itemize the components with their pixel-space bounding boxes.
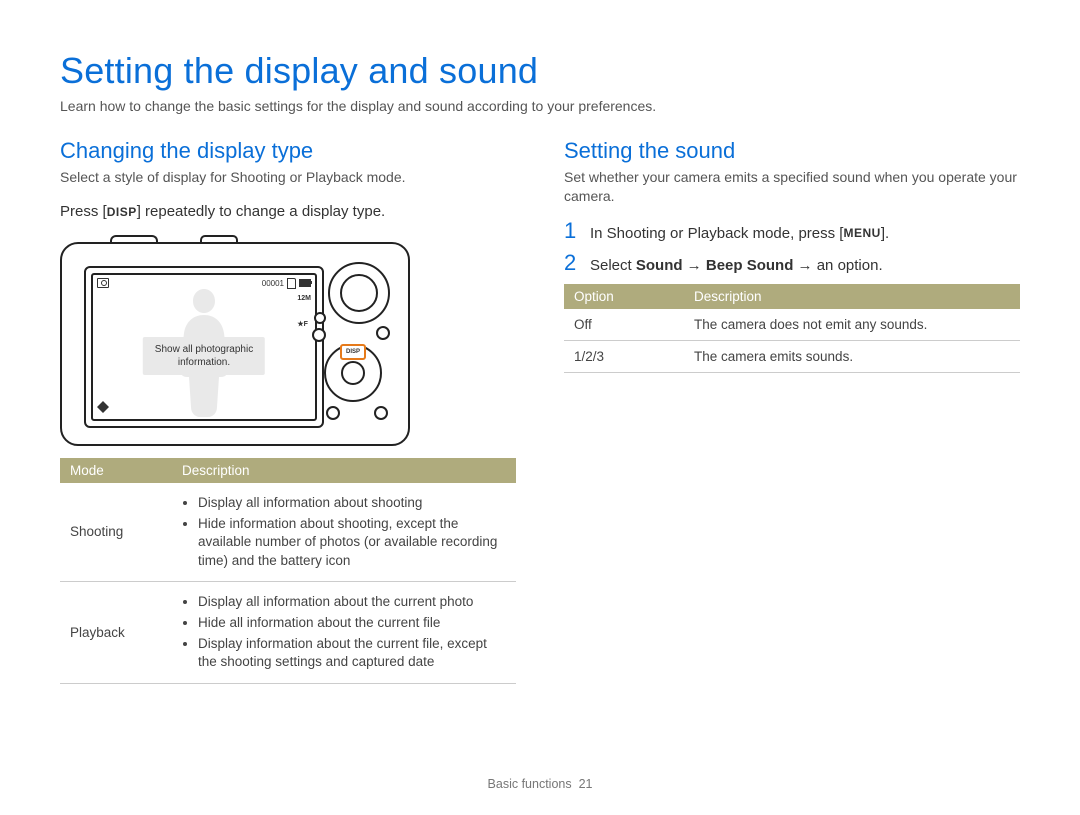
cell-mode: Shooting — [60, 483, 172, 581]
menu-path-item: Sound — [636, 257, 683, 274]
sound-options-table: Option Description Off The camera does n… — [564, 284, 1020, 373]
instr-text-post: ] repeatedly to change a display type. — [137, 203, 386, 220]
screen-top-right: 00001 — [262, 278, 311, 289]
step-text-pre: Select — [590, 257, 636, 274]
camera-mode-icon — [97, 278, 109, 288]
camera-screen: 00001 12M ★F — [91, 273, 317, 421]
step-number: 2 — [564, 252, 580, 274]
screen-overlay-tooltip: Show all photographic information. — [143, 337, 265, 375]
cell-description: The camera does not emit any sounds. — [684, 309, 1020, 341]
menu-path-item: Beep Sound — [706, 257, 794, 274]
disp-instruction: Press [DISP] repeatedly to change a disp… — [60, 201, 516, 222]
cell-option: Off — [564, 309, 684, 341]
battery-icon — [299, 279, 311, 287]
step-number: 1 — [564, 220, 580, 242]
table-header-option: Option — [564, 284, 684, 309]
step-text-pre: In Shooting or Playback mode, press [ — [590, 225, 843, 242]
section-sub-sound: Set whether your camera emits a specifie… — [564, 168, 1020, 206]
screen-right-indicators: 12M ★F — [297, 295, 311, 328]
camera-lower-buttons — [326, 406, 388, 420]
disp-label: DISP — [107, 204, 137, 221]
resolution-indicator: 12M — [297, 295, 311, 302]
list-item: Display all information about the curren… — [198, 593, 506, 611]
page-footer: Basic functions 21 — [0, 777, 1080, 791]
step-1: 1 In Shooting or Playback mode, press [M… — [564, 220, 1020, 244]
table-row: Playback Display all information about t… — [60, 581, 516, 683]
list-item: Hide information about shooting, except … — [198, 515, 506, 570]
section-heading-display: Changing the display type — [60, 138, 516, 164]
right-column: Setting the sound Set whether your camer… — [564, 138, 1020, 684]
arrow-icon: → — [683, 257, 706, 274]
shot-counter: 00001 — [262, 279, 284, 288]
cell-description: Display all information about the curren… — [172, 581, 516, 683]
table-row: 1/2/3 The camera emits sounds. — [564, 340, 1020, 372]
screen-bottom-left-icon — [97, 401, 109, 415]
section-heading-sound: Setting the sound — [564, 138, 1020, 164]
table-header-description: Description — [684, 284, 1020, 309]
camera-small-button — [312, 328, 326, 342]
table-row: Shooting Display all information about s… — [60, 483, 516, 581]
page-title: Setting the display and sound — [60, 50, 1020, 92]
camera-small-button — [314, 312, 326, 324]
cell-mode: Playback — [60, 581, 172, 683]
display-modes-table: Mode Description Shooting Display all in… — [60, 458, 516, 684]
dpad-icon: DISP — [324, 344, 382, 402]
left-column: Changing the display type Select a style… — [60, 138, 516, 684]
manual-page: Setting the display and sound Learn how … — [0, 0, 1080, 815]
arrow-icon: → — [793, 257, 816, 274]
sound-steps: 1 In Shooting or Playback mode, press [M… — [564, 220, 1020, 276]
step-text-post: an option. — [817, 257, 883, 274]
page-intro: Learn how to change the basic settings f… — [60, 98, 1020, 114]
instr-text-pre: Press [ — [60, 203, 107, 220]
quality-indicator: ★F — [297, 320, 311, 328]
menu-label: MENU — [843, 225, 880, 242]
cell-description: The camera emits sounds. — [684, 340, 1020, 372]
list-item: Hide all information about the current f… — [198, 614, 506, 632]
card-icon — [287, 278, 296, 289]
camera-fn-button — [326, 406, 340, 420]
overlay-line1: Show all photographic — [155, 344, 253, 355]
camera-play-button — [374, 406, 388, 420]
list-item: Display all information about shooting — [198, 494, 506, 512]
list-item: Display information about the current fi… — [198, 635, 506, 671]
table-header-description: Description — [172, 458, 516, 483]
step-text: Select Sound → Beep Sound → an option. — [590, 255, 883, 276]
camera-body: 00001 12M ★F — [60, 242, 410, 446]
step-text-post: ]. — [881, 225, 889, 242]
table-row: Off The camera does not emit any sounds. — [564, 309, 1020, 341]
step-text: In Shooting or Playback mode, press [MEN… — [590, 223, 889, 244]
table-header-mode: Mode — [60, 458, 172, 483]
camera-screen-frame: 00001 12M ★F — [84, 266, 324, 428]
camera-illustration: 00001 12M ★F — [60, 236, 410, 446]
step-2: 2 Select Sound → Beep Sound → an option. — [564, 252, 1020, 276]
disp-button-highlight: DISP — [340, 344, 366, 360]
content-columns: Changing the display type Select a style… — [60, 138, 1020, 684]
mode-dial-icon — [328, 262, 390, 324]
section-sub-display: Select a style of display for Shooting o… — [60, 168, 516, 187]
footer-page-number: 21 — [579, 777, 593, 791]
footer-section: Basic functions — [488, 777, 572, 791]
overlay-line2: information. — [178, 357, 230, 368]
camera-small-button — [376, 326, 390, 340]
cell-option: 1/2/3 — [564, 340, 684, 372]
cell-description: Display all information about shooting H… — [172, 483, 516, 581]
